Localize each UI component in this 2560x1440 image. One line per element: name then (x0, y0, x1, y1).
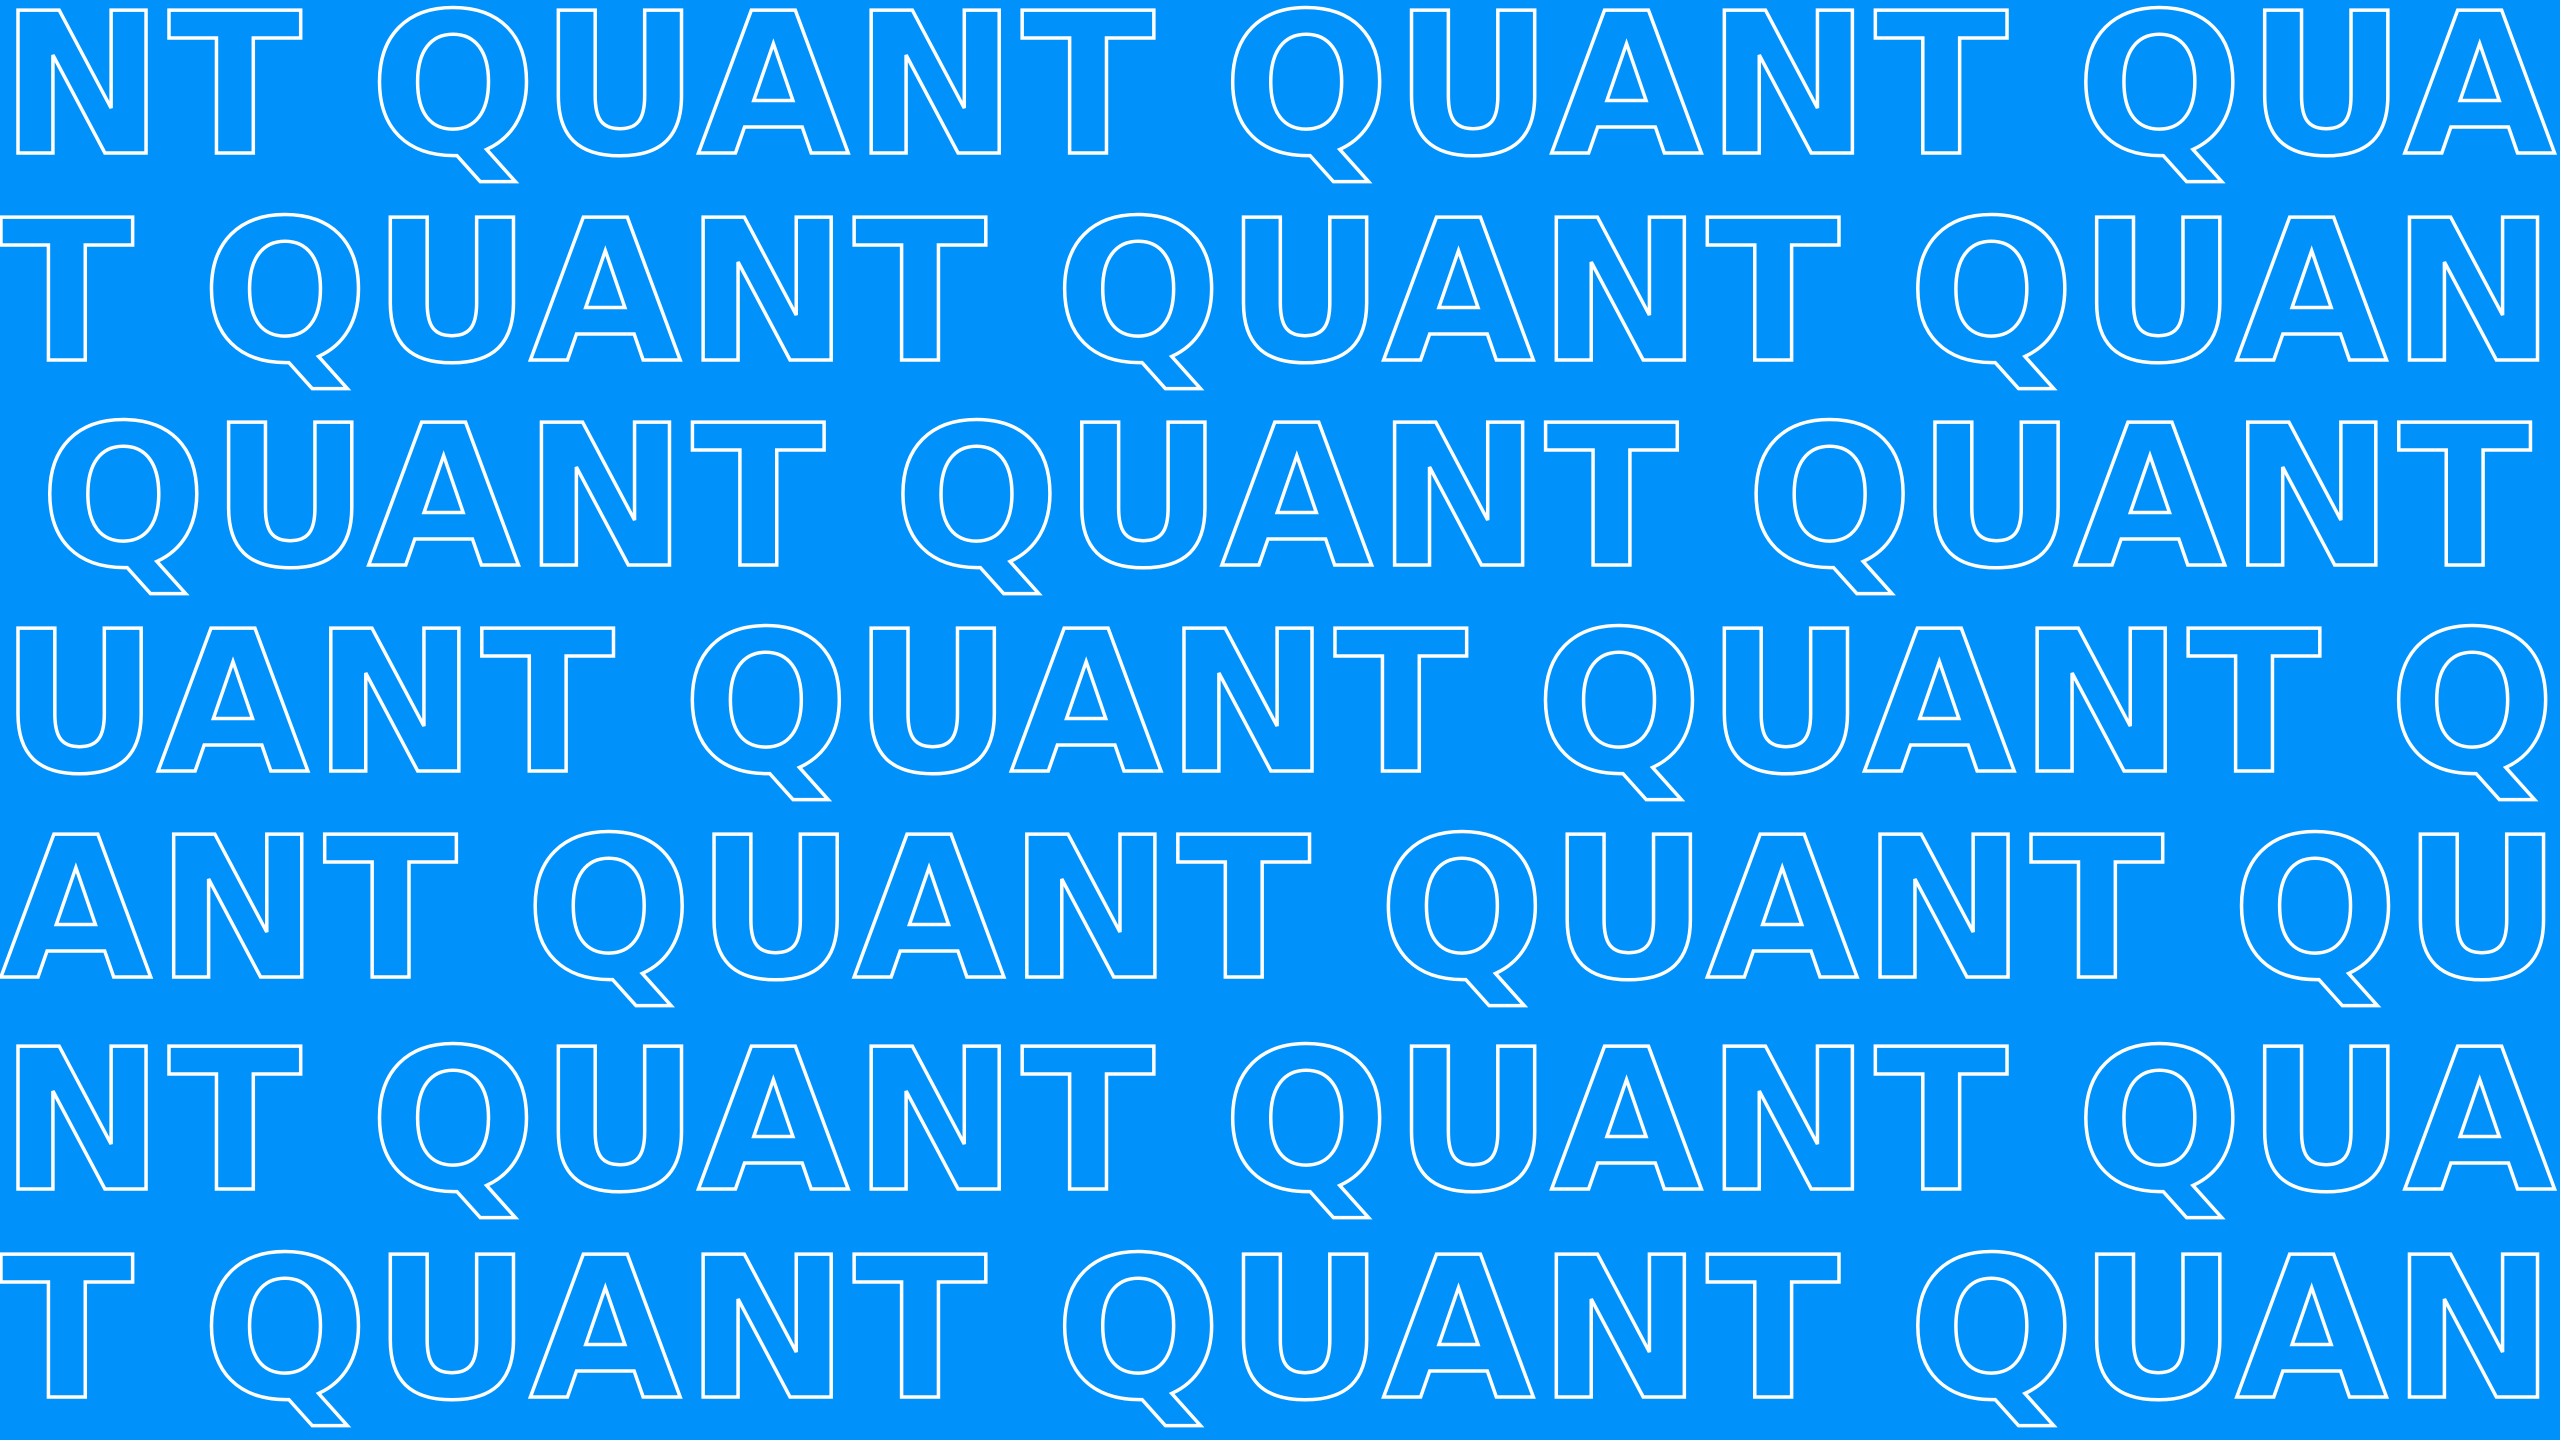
quant-word: QUA (2074, 0, 2560, 200)
quant-word: QUANT (1221, 1008, 2013, 1236)
quant-word: QUANT (368, 0, 1159, 200)
quant-word: QUANT (891, 384, 1683, 612)
quant-word: QUANT (200, 179, 991, 407)
quant-word: QUANT (1053, 179, 1845, 407)
quant-word: QUAN (1906, 179, 2560, 407)
quant-word: QU (2230, 796, 2560, 1024)
quant-word: QUANT (38, 384, 830, 612)
pattern-row-1: NT QUANT QUANT QUA (0, 0, 2560, 200)
quant-word: QUA (2074, 1008, 2560, 1236)
quant-word: QUANT (1221, 0, 2013, 200)
quant-word: QUANT (1745, 384, 2536, 612)
quant-word: QUANT (1534, 590, 2325, 818)
pattern-row-6: NT QUANT QUANT QUA (0, 1008, 2560, 1236)
quant-word: QUANT (681, 590, 1472, 818)
quant-word: QUANT (368, 1008, 1159, 1236)
quant-word: NT (0, 1008, 306, 1236)
quant-word: T (0, 1216, 138, 1440)
quant-word: QUANT (200, 1216, 991, 1440)
quant-word: ANT (0, 796, 462, 1024)
pattern-row-7: T QUANT QUANT QUAN (0, 1216, 2560, 1440)
quant-word: QUANT (1053, 1216, 1845, 1440)
quant-word: QUAN (1906, 1216, 2560, 1440)
quant-word: T (0, 179, 138, 407)
quant-word: QUANT (524, 796, 1315, 1024)
quant-word: NT (0, 0, 306, 200)
pattern-row-3: QUANT QUANT QUANT (0, 384, 2560, 612)
pattern-row-5: ANT QUANT QUANT QU (0, 796, 2560, 1024)
pattern-row-4: UANT QUANT QUANT Q (0, 590, 2560, 818)
quant-word: QUANT (1377, 796, 2168, 1024)
pattern-row-2: T QUANT QUANT QUAN (0, 179, 2560, 407)
quant-pattern-background: NT QUANT QUANT QUA T QUANT QUANT QUAN QUANT QUA… (0, 0, 2560, 1440)
quant-word: UANT (0, 590, 619, 818)
quant-word: Q (2387, 590, 2560, 818)
